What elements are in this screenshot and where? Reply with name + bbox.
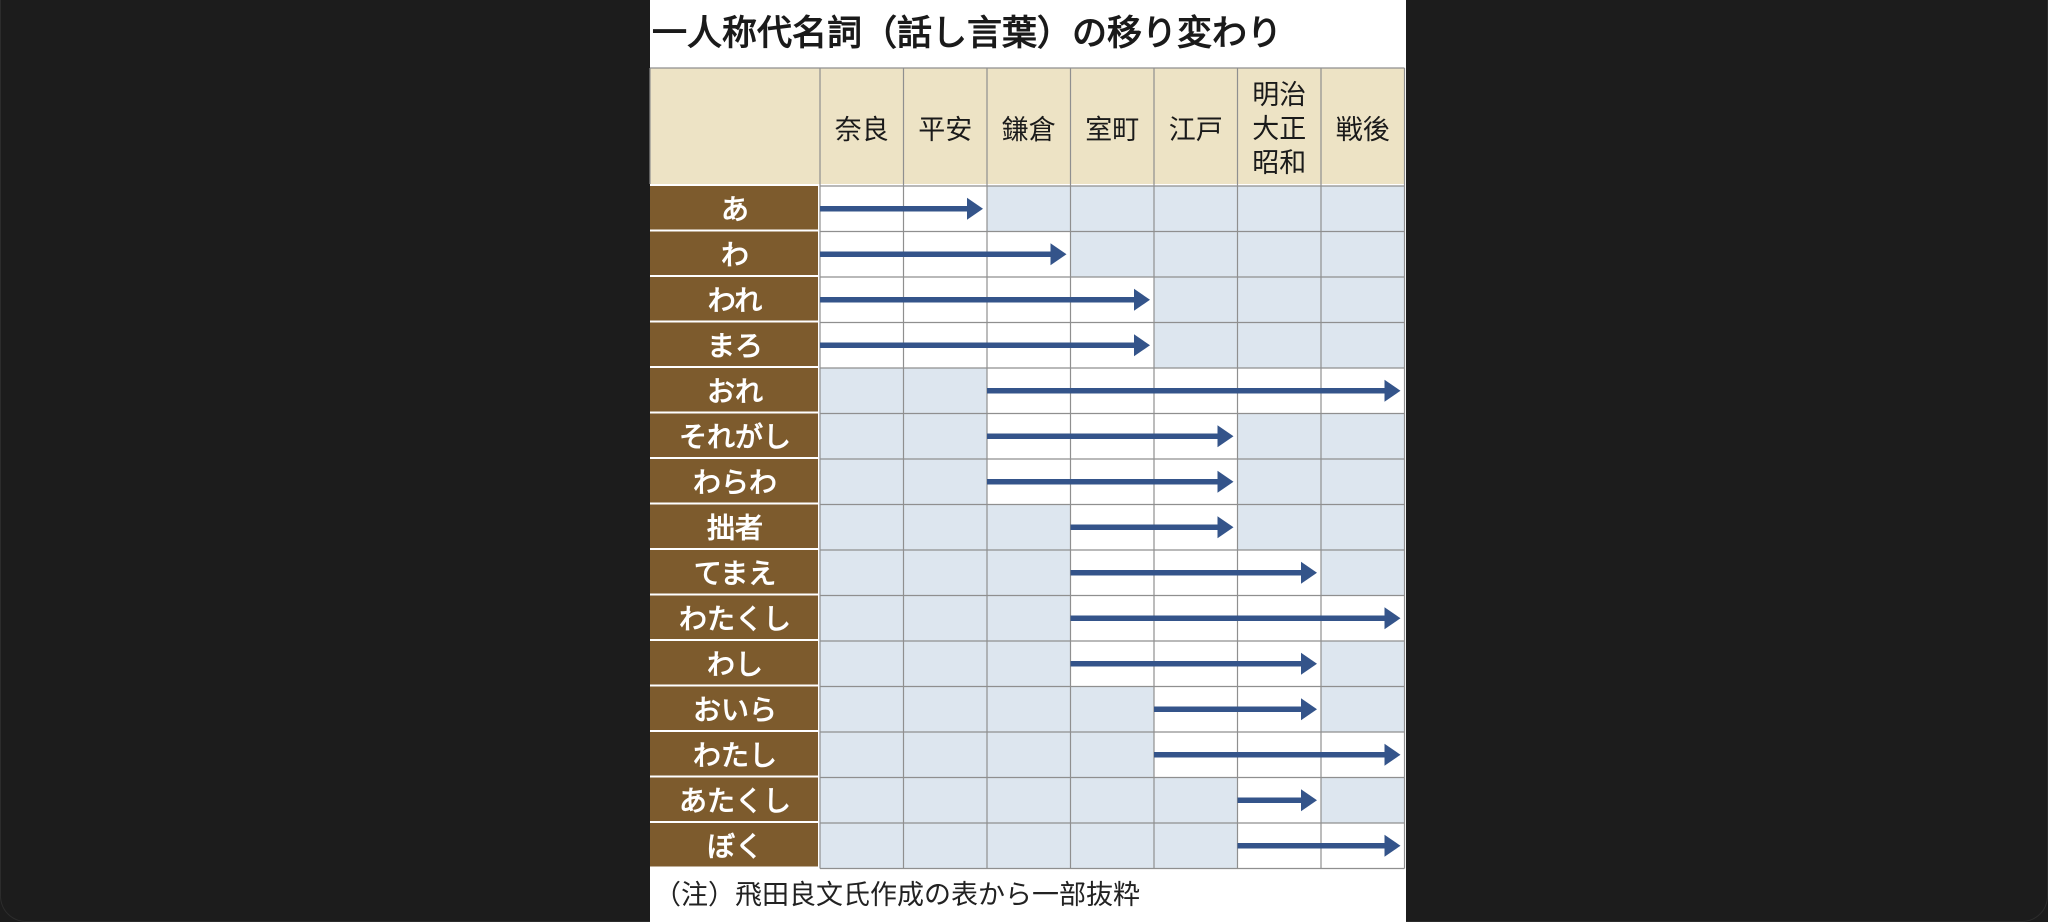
row-label: おいら — [693, 693, 777, 726]
grid-cell — [820, 732, 904, 778]
grid-cell — [1321, 504, 1405, 550]
grid-cell — [820, 641, 904, 687]
grid-cell — [820, 368, 904, 414]
grid-cell — [1237, 459, 1321, 505]
grid-cell — [903, 413, 987, 459]
row-label: ぼく — [707, 830, 763, 863]
grid-cell — [1070, 231, 1154, 277]
row-label: わ — [721, 238, 749, 271]
period-header: 鎌倉 — [1002, 115, 1056, 146]
row-label: わらわ — [693, 466, 777, 499]
grid-cell — [1154, 823, 1238, 869]
grid-cell — [1154, 231, 1238, 277]
row-label: あたくし — [679, 784, 791, 817]
grid-cell — [1070, 732, 1154, 778]
grid-cell — [903, 686, 987, 732]
grid-cell — [1237, 231, 1321, 277]
grid-cell — [903, 777, 987, 823]
grid-cell — [987, 732, 1071, 778]
grid-cell — [1154, 277, 1238, 323]
grid-cell — [987, 823, 1071, 869]
grid-cell — [820, 777, 904, 823]
grid-cell — [820, 550, 904, 596]
grid-cell — [1321, 459, 1405, 505]
grid-cell — [1321, 277, 1405, 323]
row-label: わたくし — [679, 602, 791, 635]
period-header: 奈良 — [835, 115, 889, 146]
grid-cell — [1321, 186, 1405, 232]
grid-cell — [1321, 231, 1405, 277]
grid-cell — [1154, 322, 1238, 368]
grid-cell — [1154, 777, 1238, 823]
grid-cell — [820, 823, 904, 869]
grid-cell — [1070, 777, 1154, 823]
row-label: わし — [707, 648, 763, 681]
grid-cell — [820, 459, 904, 505]
period-header: 戦後 — [1336, 115, 1390, 146]
grid-cell — [1321, 686, 1405, 732]
grid-cell — [1237, 413, 1321, 459]
grid-cell — [903, 504, 987, 550]
grid-cell — [1154, 186, 1238, 232]
grid-cell — [820, 595, 904, 641]
grid-cell — [1321, 550, 1405, 596]
grid-cell — [903, 732, 987, 778]
grid-cell — [1321, 413, 1405, 459]
grid-cell — [903, 459, 987, 505]
row-label: わたし — [693, 739, 777, 772]
row-label: われ — [708, 284, 763, 317]
grid-cell — [903, 641, 987, 687]
grid-cell — [903, 550, 987, 596]
grid-cell — [820, 686, 904, 732]
pronoun-timeline-chart: あわわれまろおれそれがしわらわ拙者てまえわたくしわしおいらわたしあたくしぼく 奈良… — [649, 67, 1406, 870]
row-label: おれ — [707, 375, 763, 408]
source-note: （注）飛田良文氏作成の表から一部抜粋 — [654, 880, 1140, 911]
row-label: まろ — [707, 329, 763, 362]
grid-cell — [987, 504, 1071, 550]
grid-cell — [903, 823, 987, 869]
grid-cell — [987, 595, 1071, 641]
grid-cell — [1070, 186, 1154, 232]
period-header: 昭和 — [1252, 148, 1306, 179]
grid-cell — [987, 641, 1071, 687]
grid-cell — [1321, 322, 1405, 368]
grid-cell — [903, 595, 987, 641]
period-header: 平安 — [918, 115, 972, 146]
grid-cell — [1237, 277, 1321, 323]
row-label: てまえ — [694, 557, 777, 590]
grid-cell — [1237, 186, 1321, 232]
grid-cell — [987, 777, 1071, 823]
grid-cell — [1321, 641, 1405, 687]
grid-cell — [987, 550, 1071, 596]
grid-cell — [820, 413, 904, 459]
period-header: 明治 — [1252, 80, 1306, 111]
grid-cell — [1070, 823, 1154, 869]
grid-cell — [1237, 504, 1321, 550]
grid-cell — [1237, 322, 1321, 368]
grid-cell — [987, 686, 1071, 732]
grid-cell — [903, 368, 987, 414]
row-label: それがし — [679, 420, 791, 453]
grid-cell — [820, 504, 904, 550]
row-label: あ — [721, 193, 749, 226]
grid-cell — [1070, 686, 1154, 732]
period-header: 江戸 — [1169, 115, 1223, 146]
period-header: 室町 — [1085, 115, 1139, 146]
grid-cell — [987, 186, 1071, 232]
row-label: 拙者 — [707, 511, 763, 544]
grid-cell — [1321, 777, 1405, 823]
period-header: 大正 — [1252, 114, 1306, 145]
